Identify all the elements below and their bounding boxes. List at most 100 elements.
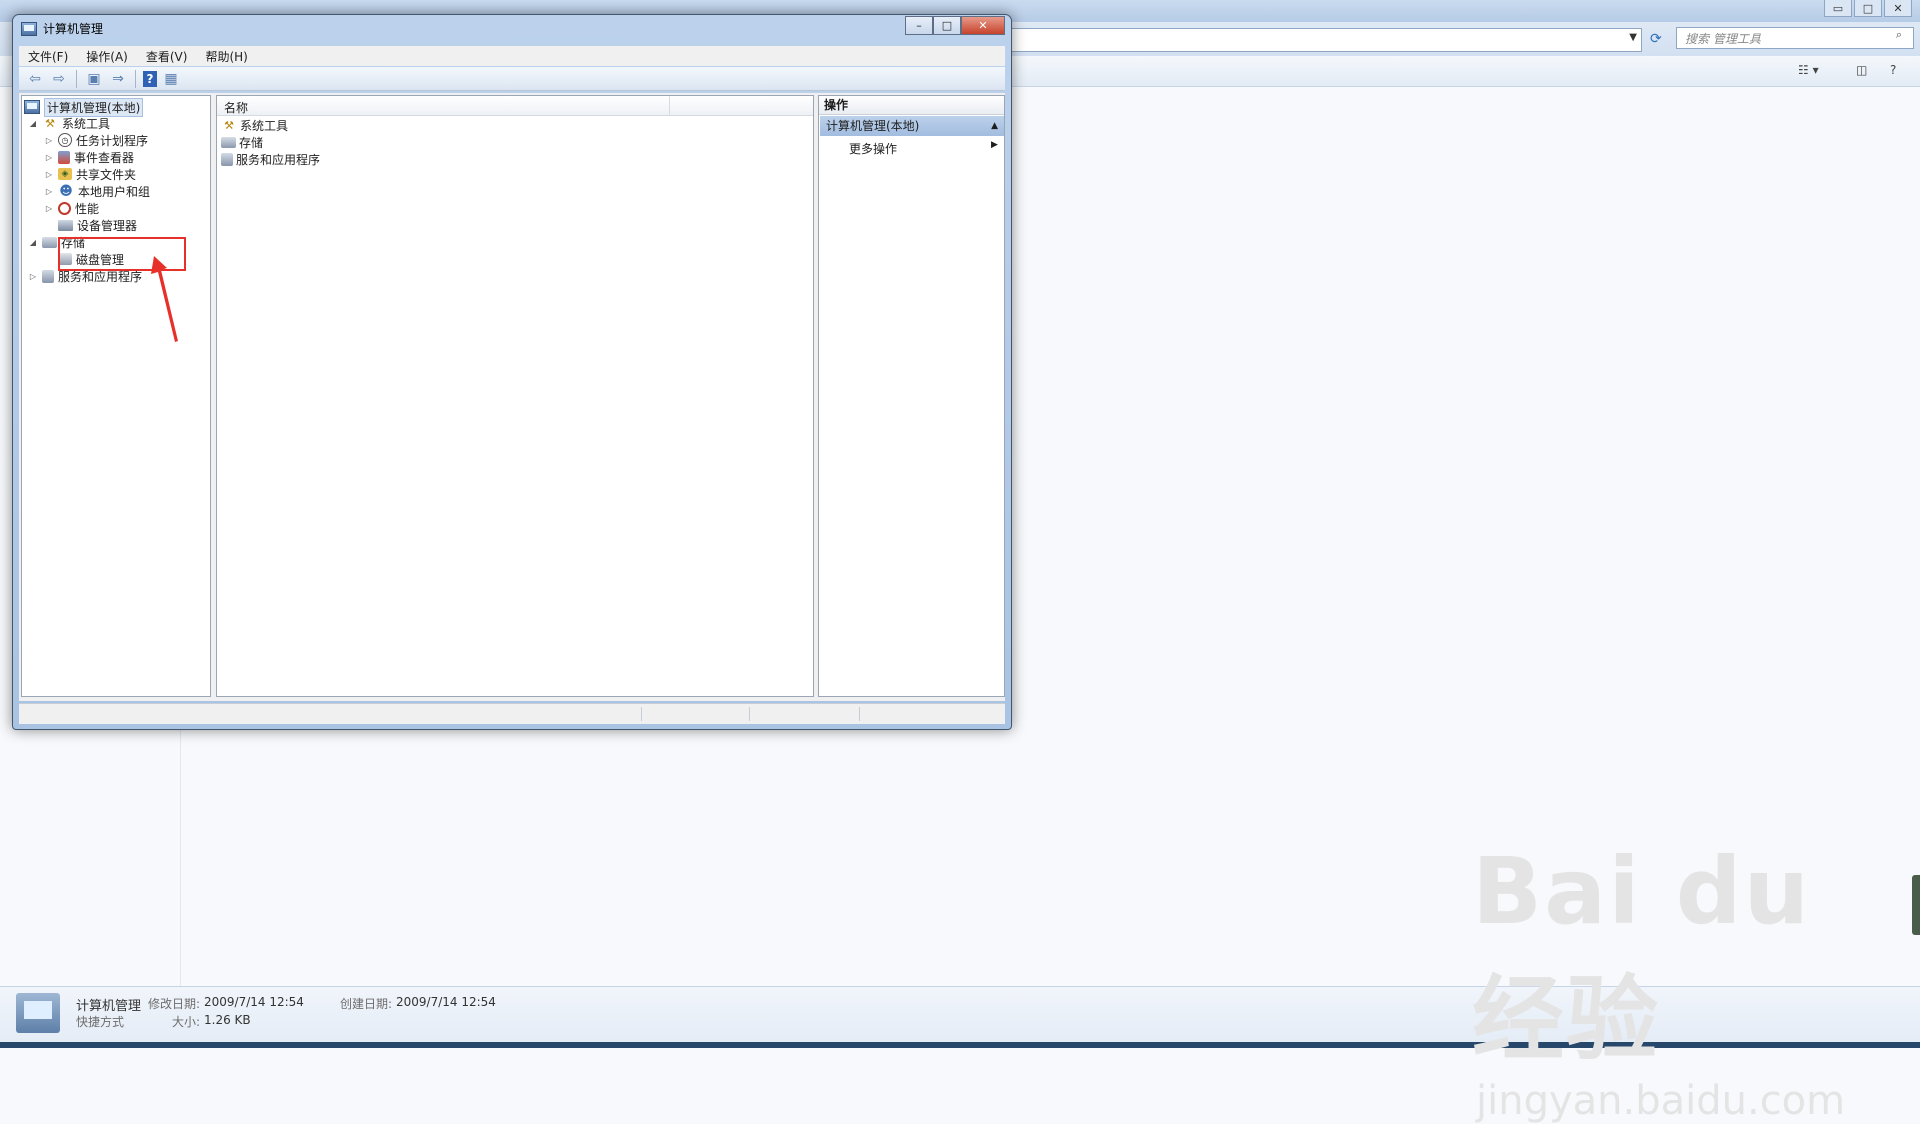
menu-action[interactable]: 操作(A) [77,48,137,65]
details-size-value: 1.26 KB [204,1013,251,1027]
window-titlebar: 计算机管理 [21,20,103,37]
actions-pane: 操作 计算机管理(本地) ▲ 更多操作 ▶ [818,95,1005,697]
submenu-arrow-icon[interactable]: ▶ [991,140,998,150]
tree-item-device-manager[interactable]: 设备管理器 [58,216,137,234]
computer-management-icon [21,21,37,36]
actions-header: 操作 [819,96,1004,115]
window-controls: – □ ✕ [905,16,1005,35]
tree-item-shared-folders[interactable]: ▷ ◈ 共享文件夹 [44,165,136,183]
tree-item-event-viewer[interactable]: ▷ 事件查看器 [44,148,134,166]
actions-section-computer-management[interactable]: 计算机管理(本地) ▲ [820,116,1004,136]
chevron-down-icon[interactable]: ▼ [1629,32,1637,43]
search-placeholder: 搜索 管理工具 [1685,32,1761,46]
toolbar: ⇦ ⇨ ▣ ⇒ ? ▦ [19,67,1005,91]
storage-icon [221,137,236,148]
column-divider[interactable] [669,96,670,115]
event-log-icon [58,150,70,164]
details-name: 计算机管理 [76,999,142,1014]
list-item[interactable]: 存储 [221,134,263,151]
details-type: 快捷方式 [76,1015,125,1029]
background-search-input[interactable]: 搜索 管理工具 ⌕ [1676,27,1914,49]
side-scroll-handle[interactable] [1912,875,1920,935]
tools-icon: ⚒ [45,116,55,130]
toolbar-separator [135,69,136,88]
maximize-button[interactable]: □ [933,16,961,35]
tools-icon: ⚒ [224,119,234,132]
tree-label-shared-folders: 共享文件夹 [76,167,137,182]
services-icon [42,269,54,283]
minimize-button[interactable]: – [905,16,933,35]
background-address-input[interactable]: ▼ [990,28,1642,52]
preview-pane-icon[interactable]: ◫ [1856,63,1867,77]
computer-management-icon [24,100,40,114]
status-divider [749,707,750,721]
shared-folder-icon: ◈ [58,168,72,180]
tree-label-system-tools: 系统工具 [62,116,111,131]
expand-arrow-icon[interactable]: ▷ [44,153,54,162]
tree-label-local-users: 本地用户和组 [78,184,151,199]
expand-arrow-icon[interactable]: ▷ [44,136,54,145]
performance-icon [58,201,71,215]
expand-arrow-icon[interactable]: ▷ [28,272,38,281]
tree-item-task-scheduler[interactable]: ▷ ◷ 任务计划程序 [44,131,148,149]
collapse-arrow-icon[interactable]: ◢ [28,238,38,247]
computer-management-thumbnail-icon [16,993,60,1033]
expand-arrow-icon[interactable]: ▷ [44,204,54,213]
background-maximize-button[interactable]: □ [1854,0,1882,17]
tree-label-device-manager: 设备管理器 [77,218,138,233]
tree-label-event-viewer: 事件查看器 [74,150,135,165]
search-icon[interactable]: ⌕ [1891,28,1907,42]
window-client-area: 计算机管理(本地) ◢ ⚒ 系统工具 ▷ ◷ 任务计划程序 ▷ 事件查看器 ▷ … [19,93,1005,701]
help-icon[interactable]: ? [1890,63,1896,77]
list-item-label: 系统工具 [240,119,289,133]
refresh-icon[interactable]: ⟳ [1650,31,1662,47]
view-options-icon[interactable]: ☷ ▾ [1798,63,1819,77]
window-title: 计算机管理 [43,22,104,36]
list-item-label: 存储 [239,136,264,150]
collapse-arrow-icon[interactable]: ◢ [28,119,38,128]
actions-section-label: 计算机管理(本地) [826,119,920,133]
list-item[interactable]: 服务和应用程序 [221,151,320,168]
tree-item-local-users[interactable]: ▷ ☻ 本地用户和组 [44,182,150,200]
show-hide-tree-icon[interactable]: ▣ [84,70,104,88]
storage-icon [42,236,57,248]
tree-item-performance[interactable]: ▷ 性能 [44,199,99,217]
results-list[interactable]: 名称 ⚒ 系统工具 存储 服务和应用程序 [216,95,814,697]
services-icon [221,153,233,166]
forward-icon[interactable]: ⇨ [49,70,69,88]
details-created-value: 2009/7/14 12:54 [396,995,496,1009]
expand-arrow-icon[interactable]: ▷ [44,170,54,179]
column-header-name[interactable]: 名称 [224,99,248,116]
list-item[interactable]: ⚒ 系统工具 [221,117,288,134]
status-divider [859,707,860,721]
details-modified-label: 修改日期: [148,997,201,1011]
details-created-label: 创建日期: [340,997,393,1011]
close-button[interactable]: ✕ [961,16,1005,35]
annotation-arrow-icon [151,256,178,342]
list-item-label: 服务和应用程序 [236,153,321,167]
menu-view[interactable]: 查看(V) [137,48,197,65]
watermark-logo-text: Bai du 经验 [1472,838,1812,1073]
tree-label-performance: 性能 [75,201,100,216]
export-list-icon[interactable]: ⇒ [108,70,128,88]
watermark-url: jingyan.baidu.com [1476,1078,1846,1124]
toolbar-separator [76,69,77,88]
tree-item-system-tools[interactable]: ◢ ⚒ 系统工具 [28,114,110,132]
background-minimize-button[interactable]: ▭ [1824,0,1852,17]
console-tree[interactable]: 计算机管理(本地) ◢ ⚒ 系统工具 ▷ ◷ 任务计划程序 ▷ 事件查看器 ▷ … [21,95,211,697]
back-icon[interactable]: ⇦ [25,70,45,88]
device-manager-icon [58,219,73,231]
baidu-watermark: Bai du 经验 jingyan.baidu.com [1472,838,1920,1124]
background-close-button[interactable]: ✕ [1884,0,1912,17]
show-hide-action-pane-icon[interactable]: ▦ [161,70,181,88]
details-size-label: 大小: [172,1015,201,1029]
collapse-triangle-icon[interactable]: ▲ [991,116,998,136]
menu-help[interactable]: 帮助(H) [196,48,256,65]
more-actions-item[interactable]: 更多操作 [849,140,897,157]
details-modified-value: 2009/7/14 12:54 [204,995,304,1009]
expand-arrow-icon[interactable]: ▷ [44,187,54,196]
menu-file[interactable]: 文件(F) [19,48,77,65]
tree-label-task-scheduler: 任务计划程序 [76,133,149,148]
help-icon[interactable]: ? [143,70,157,87]
status-bar [19,703,1005,724]
